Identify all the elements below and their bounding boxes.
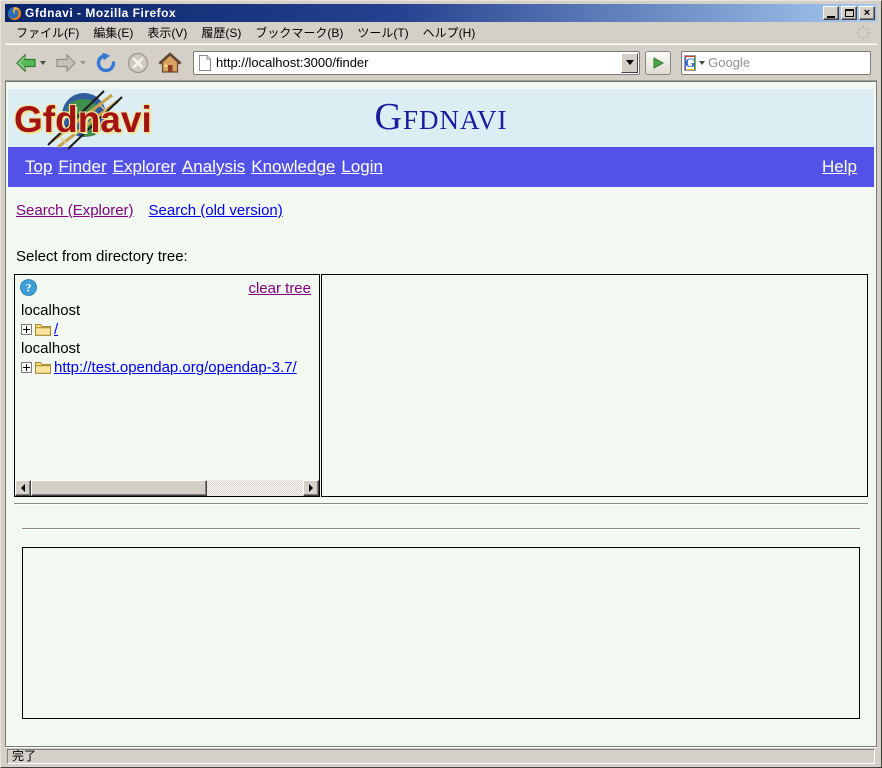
menu-history[interactable]: 履歴(S) <box>194 22 248 43</box>
minimize-button[interactable] <box>823 6 839 20</box>
help-icon[interactable]: ? <box>20 279 37 296</box>
back-icon <box>14 51 38 75</box>
expand-plus-icon[interactable] <box>21 362 32 373</box>
site-title: Gfdnavi <box>8 95 874 139</box>
close-icon: × <box>864 8 870 19</box>
nav-finder[interactable]: Finder <box>58 157 106 177</box>
title-bar: Gfdnavi - Mozilla Firefox × <box>5 4 877 22</box>
forward-button[interactable] <box>51 48 89 78</box>
search-explorer-link[interactable]: Search (Explorer) <box>16 202 134 219</box>
maximize-button[interactable] <box>841 6 857 20</box>
horizontal-scrollbar[interactable] <box>15 480 319 496</box>
reload-button[interactable] <box>91 48 121 78</box>
finder-panels: ? clear tree localhost <box>14 274 868 497</box>
tree-row: / <box>21 320 319 339</box>
forward-dropdown-icon <box>80 61 86 65</box>
folder-icon <box>35 361 51 374</box>
tree-heading: Select from directory tree: <box>14 248 868 265</box>
nav-knowledge[interactable]: Knowledge <box>251 157 335 177</box>
detail-panel <box>22 547 860 719</box>
page-viewport: Gfdnavi Gfdnavi Top Finder Explorer Anal… <box>5 81 877 747</box>
go-icon <box>652 57 664 69</box>
clear-tree-link[interactable]: clear tree <box>248 280 311 297</box>
menu-bar: ファイル(F) 編集(E) 表示(V) 履歴(S) ブックマーク(B) ツール(… <box>5 22 877 44</box>
triangle-right-icon <box>309 484 313 492</box>
window-title: Gfdnavi - Mozilla Firefox <box>25 6 821 20</box>
status-bar: 完了 <box>5 747 877 764</box>
page-header: Gfdnavi Gfdnavi <box>8 89 874 147</box>
back-dropdown-icon[interactable] <box>40 61 46 65</box>
chevron-down-icon <box>626 60 634 65</box>
search-links-row: Search (Explorer) Search (old version) <box>14 202 868 219</box>
tree-node-link[interactable]: http://test.opendap.org/opendap-3.7/ <box>54 359 297 376</box>
directory-tree: localhost / localhost <box>15 301 319 377</box>
scrollbar-track[interactable] <box>207 480 303 496</box>
home-icon <box>158 51 182 75</box>
url-bar[interactable] <box>193 51 640 75</box>
main-nav: Top Finder Explorer Analysis Knowledge L… <box>8 147 874 187</box>
scroll-left-button[interactable] <box>15 480 31 496</box>
search-old-version-link[interactable]: Search (old version) <box>149 202 283 219</box>
go-button[interactable] <box>645 51 671 75</box>
menu-help[interactable]: ヘルプ(H) <box>416 22 483 43</box>
directory-tree-panel: ? clear tree localhost <box>14 274 320 497</box>
nav-help[interactable]: Help <box>822 157 857 177</box>
divider <box>14 503 868 505</box>
scroll-right-button[interactable] <box>303 480 319 496</box>
menu-view[interactable]: 表示(V) <box>140 22 194 43</box>
page-icon <box>198 55 212 71</box>
status-text: 完了 <box>7 749 875 764</box>
close-button[interactable]: × <box>859 6 875 20</box>
tree-row: http://test.opendap.org/opendap-3.7/ <box>21 358 319 377</box>
scrollbar-thumb[interactable] <box>31 480 207 496</box>
svg-text:?: ? <box>26 283 32 295</box>
tree-host-label: localhost <box>21 339 319 358</box>
nav-explorer[interactable]: Explorer <box>113 157 176 177</box>
search-input[interactable] <box>705 55 882 70</box>
search-bar[interactable]: G <box>681 51 871 75</box>
menu-tools[interactable]: ツール(T) <box>350 22 415 43</box>
maximize-icon <box>845 9 854 17</box>
menu-file[interactable]: ファイル(F) <box>9 22 86 43</box>
tree-host-label: localhost <box>21 301 319 320</box>
menu-bookmarks[interactable]: ブックマーク(B) <box>248 22 350 43</box>
triangle-left-icon <box>21 484 25 492</box>
throbber-icon <box>855 25 871 41</box>
tree-node-link[interactable]: / <box>54 321 58 338</box>
forward-icon <box>54 51 78 75</box>
nav-analysis[interactable]: Analysis <box>182 157 245 177</box>
folder-icon <box>35 323 51 336</box>
expand-plus-icon[interactable] <box>21 324 32 335</box>
navigation-toolbar: G <box>5 44 877 81</box>
url-dropdown-button[interactable] <box>621 53 638 73</box>
stop-icon <box>126 51 150 75</box>
menu-edit[interactable]: 編集(E) <box>86 22 140 43</box>
stop-button <box>123 48 153 78</box>
divider <box>22 528 860 530</box>
minimize-icon <box>827 16 835 18</box>
reload-icon <box>94 51 118 75</box>
home-button[interactable] <box>155 48 185 78</box>
nav-login[interactable]: Login <box>341 157 383 177</box>
back-button[interactable] <box>11 48 49 78</box>
firefox-icon <box>7 6 22 21</box>
nav-top[interactable]: Top <box>25 157 52 177</box>
google-icon: G <box>684 55 696 71</box>
result-panel <box>321 274 868 497</box>
browser-window: Gfdnavi - Mozilla Firefox × ファイル(F) 編集(E… <box>0 0 882 768</box>
url-input[interactable] <box>212 55 621 70</box>
